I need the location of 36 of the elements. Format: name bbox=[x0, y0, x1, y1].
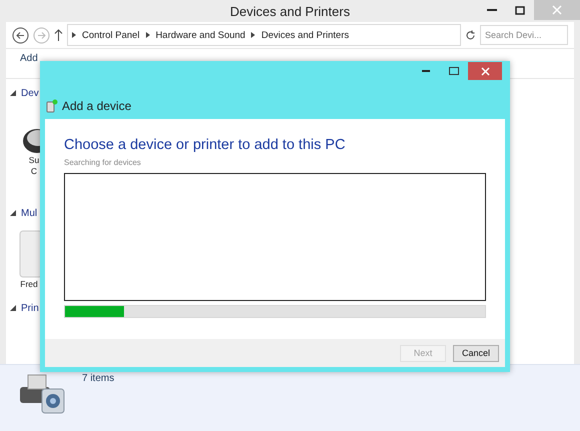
breadcrumb[interactable]: Hardware and Sound bbox=[156, 30, 246, 40]
collapse-icon[interactable] bbox=[10, 305, 16, 311]
collapse-icon[interactable] bbox=[10, 90, 16, 96]
device-label: Su bbox=[28, 155, 40, 166]
close-icon bbox=[552, 5, 562, 15]
dialog-heading: Choose a device or printer to add to this PC bbox=[64, 137, 346, 153]
group-header[interactable]: Dev bbox=[21, 88, 39, 98]
back-icon[interactable] bbox=[12, 26, 29, 44]
window-title: Devices and Printers bbox=[230, 4, 350, 18]
device-label: C bbox=[30, 166, 38, 177]
group-header[interactable]: Prin bbox=[21, 302, 39, 314]
dialog-title: Add a device bbox=[62, 99, 132, 113]
device-add-icon bbox=[46, 99, 58, 113]
maximize-icon bbox=[449, 67, 459, 75]
up-arrow-icon[interactable] bbox=[54, 29, 63, 41]
toolbar-button[interactable]: Add bbox=[20, 53, 38, 64]
chevron-icon bbox=[146, 32, 150, 38]
close-button[interactable] bbox=[468, 62, 502, 80]
minimize-icon bbox=[422, 70, 430, 72]
chevron-icon bbox=[72, 32, 76, 38]
maximize-icon bbox=[515, 6, 525, 14]
breadcrumb[interactable]: Devices and Printers bbox=[261, 30, 350, 40]
group-header[interactable]: Mul bbox=[21, 208, 38, 218]
address-bar[interactable]: Control Panel Hardware and Sound Devices and Printers bbox=[67, 24, 461, 46]
device-list[interactable] bbox=[64, 173, 486, 301]
refresh-icon[interactable] bbox=[465, 30, 476, 40]
item-count: 7 items bbox=[82, 373, 114, 384]
close-icon bbox=[480, 66, 490, 76]
dialog-button[interactable]: Cancel bbox=[453, 344, 499, 362]
breadcrumb[interactable]: Control Panel bbox=[82, 30, 140, 40]
minimize-icon bbox=[487, 9, 497, 11]
search-field[interactable]: Search Devi... bbox=[480, 25, 568, 45]
chevron-icon bbox=[251, 32, 256, 38]
collapse-icon[interactable] bbox=[10, 210, 16, 216]
search-status: Searching for devices bbox=[64, 158, 142, 167]
device-label: Fred bbox=[20, 279, 38, 290]
